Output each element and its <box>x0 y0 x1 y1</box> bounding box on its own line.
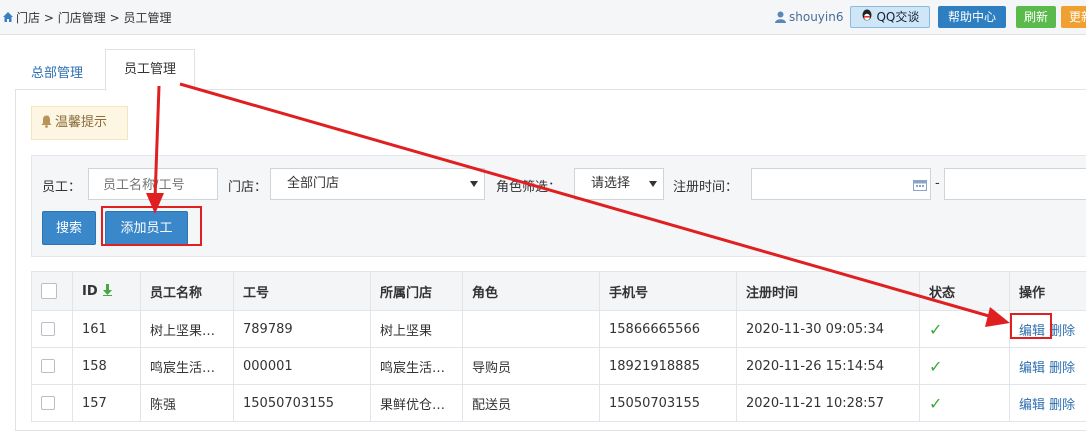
store-select[interactable]: 全部门店 <box>270 168 485 200</box>
breadcrumb-store-management[interactable]: 门店管理 <box>58 11 106 25</box>
tip-box[interactable]: 温馨提示 <box>31 106 128 140</box>
cell-status: ✓ <box>920 385 1010 422</box>
breadcrumb-separator: > <box>110 11 120 25</box>
cell-code: 789789 <box>234 311 371 348</box>
sort-down-icon[interactable] <box>102 284 113 296</box>
table-row: 158 鸣宸生活… 000001 鸣宸生活… 导购员 18921918885 2… <box>32 348 1086 385</box>
user-icon <box>775 11 786 23</box>
cell-status: ✓ <box>920 348 1010 385</box>
store-filter-label: 门店： <box>228 176 267 195</box>
reg-time-end-input[interactable] <box>944 168 1086 200</box>
tip-label: 温馨提示 <box>55 115 107 130</box>
employee-table: ID 员工名称 工号 所属门店 角色 手机号 注册时间 状态 操作 161 树上… <box>31 271 1086 422</box>
row-checkbox[interactable] <box>41 359 55 373</box>
select-all-cell[interactable] <box>32 272 73 311</box>
column-header-id[interactable]: ID <box>73 272 141 311</box>
check-icon: ✓ <box>929 357 942 376</box>
column-header-status: 状态 <box>920 272 1010 311</box>
cell-id: 157 <box>73 385 141 422</box>
cell-reg-time: 2020-11-26 15:14:54 <box>737 348 920 385</box>
edit-link[interactable]: 编辑 <box>1019 398 1045 413</box>
refresh-button[interactable]: 刷新 <box>1016 6 1056 28</box>
cell-id: 158 <box>73 348 141 385</box>
cell-reg-time: 2020-11-30 09:05:34 <box>737 311 920 348</box>
row-checkbox[interactable] <box>41 322 55 336</box>
check-icon: ✓ <box>929 394 942 413</box>
table-header-row: ID 员工名称 工号 所属门店 角色 手机号 注册时间 状态 操作 <box>32 272 1086 311</box>
annotation-highlight-edit <box>1010 313 1052 339</box>
qq-chat-label: QQ交谈 <box>876 10 919 24</box>
cell-phone: 18921918885 <box>600 348 737 385</box>
help-center-button[interactable]: 帮助中心 <box>938 6 1006 28</box>
qq-chat-button[interactable]: QQ交谈 <box>850 6 930 28</box>
cell-store: 鸣宸生活… <box>371 348 463 385</box>
chevron-down-icon <box>649 181 657 187</box>
delete-link[interactable]: 删除 <box>1049 398 1075 413</box>
cell-store: 果鲜优仓… <box>371 385 463 422</box>
cell-name: 鸣宸生活… <box>141 348 234 385</box>
check-icon: ✓ <box>929 320 942 339</box>
cell-store: 树上坚果 <box>371 311 463 348</box>
update-button[interactable]: 更新 <box>1061 6 1086 28</box>
current-user[interactable]: shouyin6 <box>775 10 843 24</box>
cell-role: 导购员 <box>463 348 600 385</box>
cell-actions: 编辑 删除 <box>1010 385 1086 422</box>
qq-icon <box>861 9 873 23</box>
column-header-code: 工号 <box>234 272 371 311</box>
cell-name: 树上坚果… <box>141 311 234 348</box>
cell-actions: 编辑 删除 <box>1010 348 1086 385</box>
breadcrumb: 门店 > 门店管理 > 员工管理 <box>2 9 171 26</box>
cell-code: 15050703155 <box>234 385 371 422</box>
table-row: 161 树上坚果… 789789 树上坚果 15866665566 2020-1… <box>32 311 1086 348</box>
search-button[interactable]: 搜索 <box>42 211 96 245</box>
role-select-value: 请选择 <box>591 176 630 191</box>
column-header-phone: 手机号 <box>600 272 737 311</box>
employee-filter-label: 员工： <box>42 176 81 195</box>
breadcrumb-separator: > <box>44 11 54 25</box>
cell-name: 陈强 <box>141 385 234 422</box>
table-row: 157 陈强 15050703155 果鲜优仓… 配送员 15050703155… <box>32 385 1086 422</box>
reg-time-start-input[interactable] <box>751 168 931 200</box>
employee-search-input[interactable] <box>88 168 218 200</box>
role-select[interactable]: 请选择 <box>574 168 664 200</box>
delete-link[interactable]: 删除 <box>1049 361 1075 376</box>
cell-role: 配送员 <box>463 385 600 422</box>
bell-icon <box>41 115 52 128</box>
tab-headquarters[interactable]: 总部管理 <box>31 62 83 81</box>
cell-id: 161 <box>73 311 141 348</box>
store-select-value: 全部门店 <box>287 176 339 191</box>
role-filter-label: 角色筛选： <box>496 176 561 195</box>
row-checkbox[interactable] <box>41 396 55 410</box>
edit-link[interactable]: 编辑 <box>1019 361 1045 376</box>
username: shouyin6 <box>789 10 843 24</box>
calendar-icon[interactable] <box>913 179 927 191</box>
breadcrumb-staff-management: 员工管理 <box>123 11 171 25</box>
column-header-role: 角色 <box>463 272 600 311</box>
column-header-name: 员工名称 <box>141 272 234 311</box>
reg-time-label: 注册时间： <box>673 176 738 195</box>
row-select-cell[interactable] <box>32 348 73 385</box>
column-header-store: 所属门店 <box>371 272 463 311</box>
tab-staff-management[interactable]: 员工管理 <box>105 49 195 91</box>
date-range-separator: - <box>935 176 940 191</box>
cell-code: 000001 <box>234 348 371 385</box>
cell-phone: 15050703155 <box>600 385 737 422</box>
annotation-highlight-add <box>101 206 202 246</box>
column-header-actions: 操作 <box>1010 272 1086 311</box>
row-select-cell[interactable] <box>32 385 73 422</box>
cell-status: ✓ <box>920 311 1010 348</box>
select-all-checkbox[interactable] <box>41 283 57 299</box>
cell-role <box>463 311 600 348</box>
cell-phone: 15866665566 <box>600 311 737 348</box>
row-select-cell[interactable] <box>32 311 73 348</box>
breadcrumb-home[interactable]: 门店 <box>16 11 40 25</box>
delete-link[interactable]: 删除 <box>1049 324 1075 339</box>
chevron-down-icon <box>470 181 478 187</box>
column-header-reg-time: 注册时间 <box>737 272 920 311</box>
home-icon[interactable] <box>2 11 14 23</box>
cell-reg-time: 2020-11-21 10:28:57 <box>737 385 920 422</box>
